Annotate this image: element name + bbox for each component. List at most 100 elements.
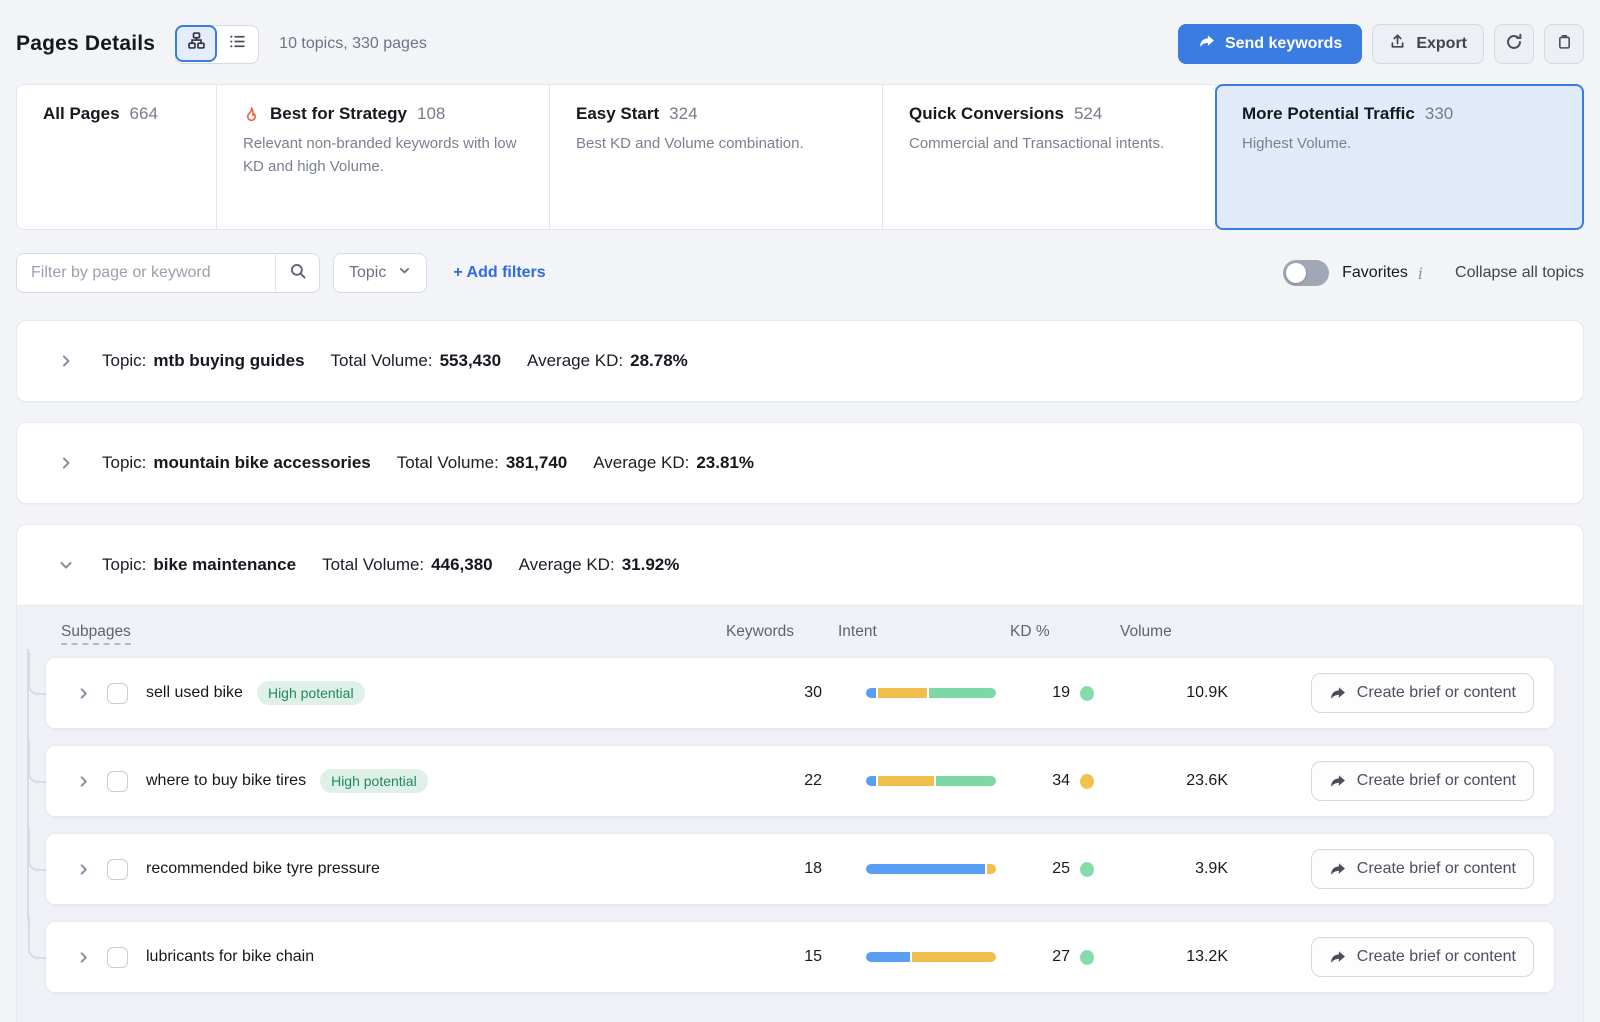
intent-bar [866,864,996,874]
intent-segment [866,688,876,698]
info-icon[interactable]: i [1418,264,1423,283]
topic-filter-label: Topic [349,264,386,282]
favorites-toggle[interactable] [1283,260,1329,286]
volume-value: 23.6K [1132,772,1228,790]
keywords-count: 15 [742,948,822,966]
high-potential-badge: High potential [257,681,365,705]
topic-filter-dropdown[interactable]: Topic [333,253,427,293]
topic-header[interactable]: Topic: mtb buying guides Total Volume: 5… [17,321,1583,401]
intent-segment [987,864,996,874]
create-brief-button[interactable]: Create brief or content [1311,937,1534,977]
topic-label: Topic: [102,351,146,371]
sitemap-icon [188,32,205,54]
subpages-table: Subpages Keywords Intent KD % Volume sel… [17,605,1583,1022]
search-input[interactable] [17,254,275,292]
chevron-right-icon[interactable] [76,774,91,789]
keywords-count: 18 [742,860,822,878]
topic-header[interactable]: Topic: mountain bike accessories Total V… [17,423,1583,503]
intent-segment [912,952,996,962]
search-box [16,253,320,293]
tab-description: Highest Volume. [1242,133,1522,156]
topic-name: mountain bike accessories [153,453,370,473]
export-icon [1389,33,1406,55]
topic-name: mtb buying guides [153,351,304,371]
tree-view-button[interactable] [175,25,217,62]
tab-description: Commercial and Transactional intents. [909,133,1189,156]
add-filters-link[interactable]: + Add filters [453,264,545,282]
average-kd-value: 31.92% [622,555,680,575]
export-label: Export [1416,35,1467,53]
row-checkbox[interactable] [107,947,128,968]
tab-more-potential-traffic[interactable]: More Potential Traffic 330 Highest Volum… [1215,84,1584,230]
chevron-right-icon[interactable] [76,686,91,701]
refresh-button[interactable] [1494,24,1534,64]
create-brief-button[interactable]: Create brief or content [1311,761,1534,801]
topic-label: Topic: [102,555,146,575]
intent-bar [866,688,996,698]
chevron-right-icon[interactable] [58,455,74,471]
subpage-name[interactable]: where to buy bike tires [146,772,306,790]
page-title: Pages Details [16,32,155,56]
topic-header[interactable]: Topic: bike maintenance Total Volume: 44… [17,525,1583,605]
view-toggle [175,25,259,64]
subpage-name[interactable]: sell used bike [146,684,243,702]
favorites-label: Favorites [1342,264,1408,282]
row-checkbox[interactable] [107,771,128,792]
tab-best-for-strategy[interactable]: Best for Strategy 108 Relevant non-brand… [216,84,550,230]
subpage-name[interactable]: lubricants for bike chain [146,948,314,966]
delete-button[interactable] [1544,24,1584,64]
average-kd-label: Average KD: [519,555,615,575]
send-arrow-icon [1198,33,1215,55]
row-checkbox[interactable] [107,859,128,880]
kd-value: 19 [1032,684,1070,702]
create-brief-label: Create brief or content [1357,684,1516,702]
intent-segment [878,776,933,786]
subpage-name[interactable]: recommended bike tyre pressure [146,860,380,878]
intent-bar [866,776,996,786]
keywords-count: 22 [742,772,822,790]
send-arrow-icon [1329,685,1346,702]
kd-status-dot [1080,686,1094,701]
row-checkbox[interactable] [107,683,128,704]
column-header-subpages[interactable]: Subpages [61,623,131,645]
average-kd-label: Average KD: [527,351,623,371]
kd-status-dot [1080,862,1094,877]
kd-value: 27 [1032,948,1070,966]
tab-description: Relevant non-branded keywords with low K… [243,133,523,178]
tab-all-pages[interactable]: All Pages 664 [16,84,217,230]
chevron-right-icon[interactable] [58,353,74,369]
tab-count: 524 [1074,104,1102,124]
intent-segment [929,688,996,698]
subpage-row: recommended bike tyre pressure 18 25 3.9… [45,833,1555,905]
create-brief-button[interactable]: Create brief or content [1311,849,1534,889]
export-button[interactable]: Export [1372,24,1484,64]
column-header-volume: Volume [1104,623,1200,641]
average-kd-value: 28.78% [630,351,688,371]
intent-bar [866,952,996,962]
subpage-rows: sell used bike High potential 30 19 10.9… [21,657,1555,993]
list-view-button[interactable] [216,26,258,63]
total-volume-label: Total Volume: [331,351,433,371]
topic-name: bike maintenance [153,555,296,575]
chevron-down-icon[interactable] [58,557,74,573]
collapse-all-topics-link[interactable]: Collapse all topics [1455,264,1584,282]
send-keywords-button[interactable]: Send keywords [1178,24,1362,64]
chevron-down-icon [398,264,411,282]
create-brief-button[interactable]: Create brief or content [1311,673,1534,713]
total-volume-label: Total Volume: [397,453,499,473]
search-icon [289,262,307,285]
filter-bar: Topic + Add filters Favorites i Collapse… [16,253,1584,293]
create-brief-label: Create brief or content [1357,860,1516,878]
chevron-right-icon[interactable] [76,862,91,877]
tab-easy-start[interactable]: Easy Start 324 Best KD and Volume combin… [549,84,883,230]
search-button[interactable] [275,254,319,292]
send-keywords-label: Send keywords [1225,35,1342,53]
topic-card: Topic: mtb buying guides Total Volume: 5… [16,320,1584,402]
volume-value: 13.2K [1132,948,1228,966]
topic-card: Topic: mountain bike accessories Total V… [16,422,1584,504]
chevron-right-icon[interactable] [76,950,91,965]
list-icon [229,33,246,55]
tab-quick-conversions[interactable]: Quick Conversions 524 Commercial and Tra… [882,84,1216,230]
subpage-row: lubricants for bike chain 15 27 13.2K Cr… [45,921,1555,993]
send-arrow-icon [1329,773,1346,790]
